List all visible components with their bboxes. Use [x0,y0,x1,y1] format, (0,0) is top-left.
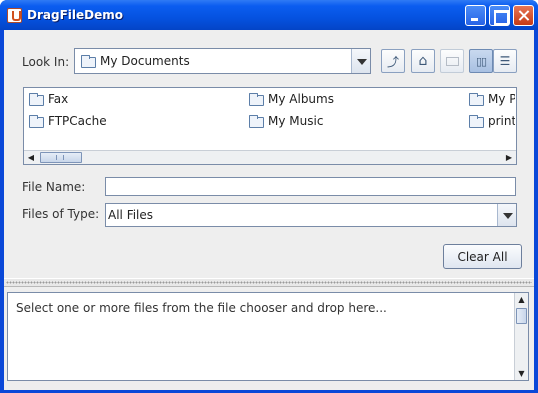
title-bar[interactable]: DragFileDemo [0,0,538,30]
folder-icon [469,93,484,106]
vertical-scroll-thumb[interactable] [516,308,527,324]
scroll-down-arrow[interactable]: ▼ [515,367,528,380]
file-name-label: My Pi [488,92,515,106]
details-view-icon: ☰ [499,54,511,68]
file-list[interactable]: Fax My Albums My Pi FTPCache My Music pr… [23,87,517,165]
details-view-button[interactable]: ☰ [493,49,517,73]
vertical-scrollbar[interactable]: ▲ ▼ [514,293,528,380]
folder-icon [249,93,264,106]
java-cup-icon [7,8,22,23]
file-name-field-label-text: File Name: [22,180,86,194]
window-title: DragFileDemo [27,8,123,22]
home-icon: ⌂ [418,53,428,69]
folder-icon [469,115,484,128]
new-folder-icon [445,56,459,66]
files-of-type-label: Files of Type: [22,207,99,221]
look-in-value: My Documents [100,54,190,68]
file-name-label: My Albums [268,92,334,106]
look-in-label-text: Look In: [22,55,70,69]
maximize-button[interactable] [489,5,510,26]
new-folder-button[interactable] [440,49,464,73]
file-name-input[interactable] [105,177,516,196]
file-list-item[interactable]: print_ [467,114,515,130]
look-in-dropdown-arrow[interactable] [351,49,370,73]
horizontal-scroll-thumb[interactable] [40,152,82,163]
grip-icon [56,155,64,160]
minimize-button[interactable] [465,5,486,26]
scroll-right-arrow[interactable]: ▶ [502,151,516,164]
close-button[interactable] [513,5,534,26]
clear-all-button[interactable]: Clear All [443,244,522,269]
home-button[interactable]: ⌂ [411,49,435,73]
look-in-label: Look In: [22,55,69,69]
drop-instructions: Select one or more files from the file c… [16,301,387,315]
files-of-type-label-text: Files of Type: [22,207,100,221]
app-window: DragFileDemo Look In: My Documents ⤴ ⌂ ▯… [0,0,538,393]
files-of-type-combo[interactable]: All Files [105,203,517,227]
list-view-icon: ▯▯ [475,54,487,68]
list-view-button[interactable]: ▯▯ [469,49,493,73]
file-list-item[interactable]: My Pi [467,92,515,108]
up-one-level-button[interactable]: ⤴ [381,49,405,73]
look-in-combo[interactable]: My Documents [74,48,371,74]
up-folder-icon: ⤴ [386,54,399,69]
drop-target-area[interactable]: Select one or more files from the file c… [7,292,529,381]
window-content: Look In: My Documents ⤴ ⌂ ▯▯ ☰ Fax My Al… [4,30,534,390]
folder-icon [29,93,44,106]
files-of-type-value: All Files [108,208,154,222]
scroll-left-arrow[interactable]: ◀ [24,151,38,164]
folder-icon [81,55,96,68]
file-name-label: Fax [48,92,69,106]
file-name-field-label: File Name: [22,180,85,194]
folder-icon [29,115,44,128]
folder-icon [249,115,264,128]
file-name-label: My Music [268,114,324,128]
file-name-label: FTPCache [48,114,107,128]
scroll-up-arrow[interactable]: ▲ [515,293,528,306]
divider-grip [6,281,532,284]
horizontal-scrollbar[interactable]: ◀ ▶ [24,150,516,164]
split-pane-divider[interactable] [4,278,534,287]
files-of-type-dropdown-arrow[interactable] [497,204,516,226]
file-name-label: print_ [488,114,515,128]
